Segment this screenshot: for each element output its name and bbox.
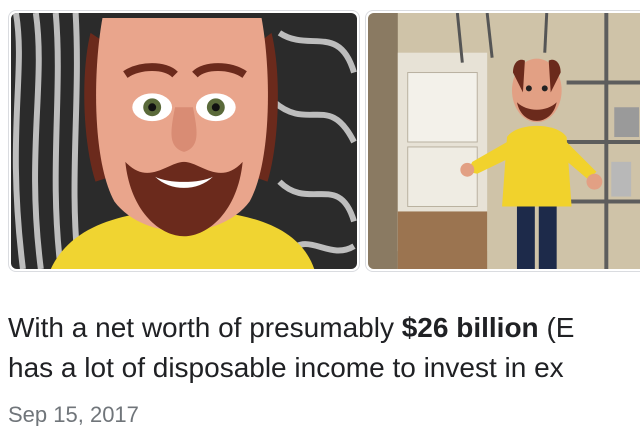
image-thumbnail-1[interactable] bbox=[8, 10, 360, 272]
snippet-line-1: With a net worth of presumably $26 billi… bbox=[8, 308, 640, 348]
snippet-bold-amount: $26 billion bbox=[401, 312, 539, 343]
puppet-kitchen-image bbox=[368, 13, 640, 269]
result-date: Sep 15, 2017 bbox=[8, 402, 139, 426]
snippet-line-2: has a lot of disposable income to invest… bbox=[8, 352, 564, 383]
puppet-kitchen-illustration bbox=[368, 13, 640, 269]
result-snippet: With a net worth of presumably $26 billi… bbox=[8, 308, 640, 388]
puppet-face-illustration bbox=[11, 13, 357, 269]
puppet-face-image bbox=[11, 13, 357, 269]
snippet-text-prefix: With a net worth of presumably bbox=[8, 312, 402, 343]
snippet-text-suffix: (E bbox=[538, 312, 575, 343]
image-thumbnail-2[interactable] bbox=[365, 10, 640, 272]
